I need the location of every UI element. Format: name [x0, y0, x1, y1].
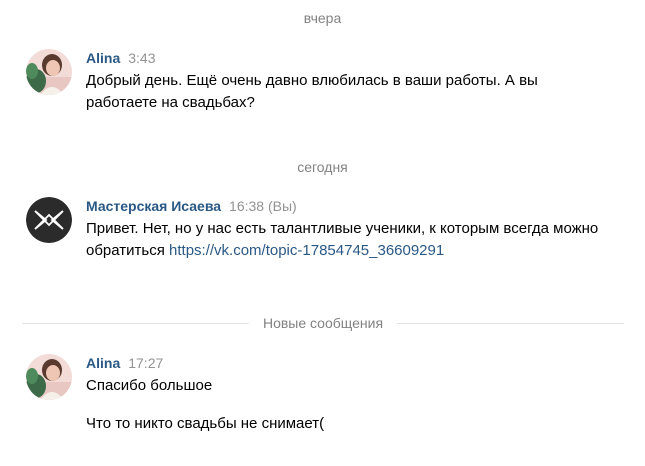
separator-line: [22, 322, 249, 324]
new-messages-label: Новые сообщения: [262, 315, 384, 331]
date-separator-today: сегодня: [297, 159, 348, 175]
message-author[interactable]: Мастерская Исаева: [86, 198, 221, 214]
user-avatar-photo: [26, 354, 72, 400]
message-text: Спасибо большое: [86, 377, 213, 394]
user-avatar-photo: [26, 49, 72, 95]
message-time[interactable]: 17:27: [128, 355, 163, 371]
new-messages-separator: Новые сообщения: [22, 313, 625, 333]
message-time[interactable]: 16:38 (Вы): [229, 198, 297, 214]
date-separator-yesterday: вчера: [303, 10, 342, 26]
message-author[interactable]: Alina: [86, 50, 120, 66]
avatar[interactable]: [26, 354, 72, 400]
message-time[interactable]: 3:43: [128, 50, 155, 66]
avatar[interactable]: [26, 49, 72, 95]
avatar[interactable]: [26, 197, 72, 243]
message-text: Добрый день. Ещё очень давно влюбилась в…: [86, 72, 538, 111]
message-text: Привет. Нет, но у нас есть талантливые у…: [86, 218, 606, 262]
message-text: Что то никто свадьбы не снимает(: [86, 415, 325, 432]
studio-logo-icon: [26, 197, 72, 243]
message-link[interactable]: https://vk.com/topic-17854745_36609291: [169, 242, 444, 259]
separator-line: [397, 322, 625, 324]
message-author[interactable]: Alina: [86, 355, 120, 371]
